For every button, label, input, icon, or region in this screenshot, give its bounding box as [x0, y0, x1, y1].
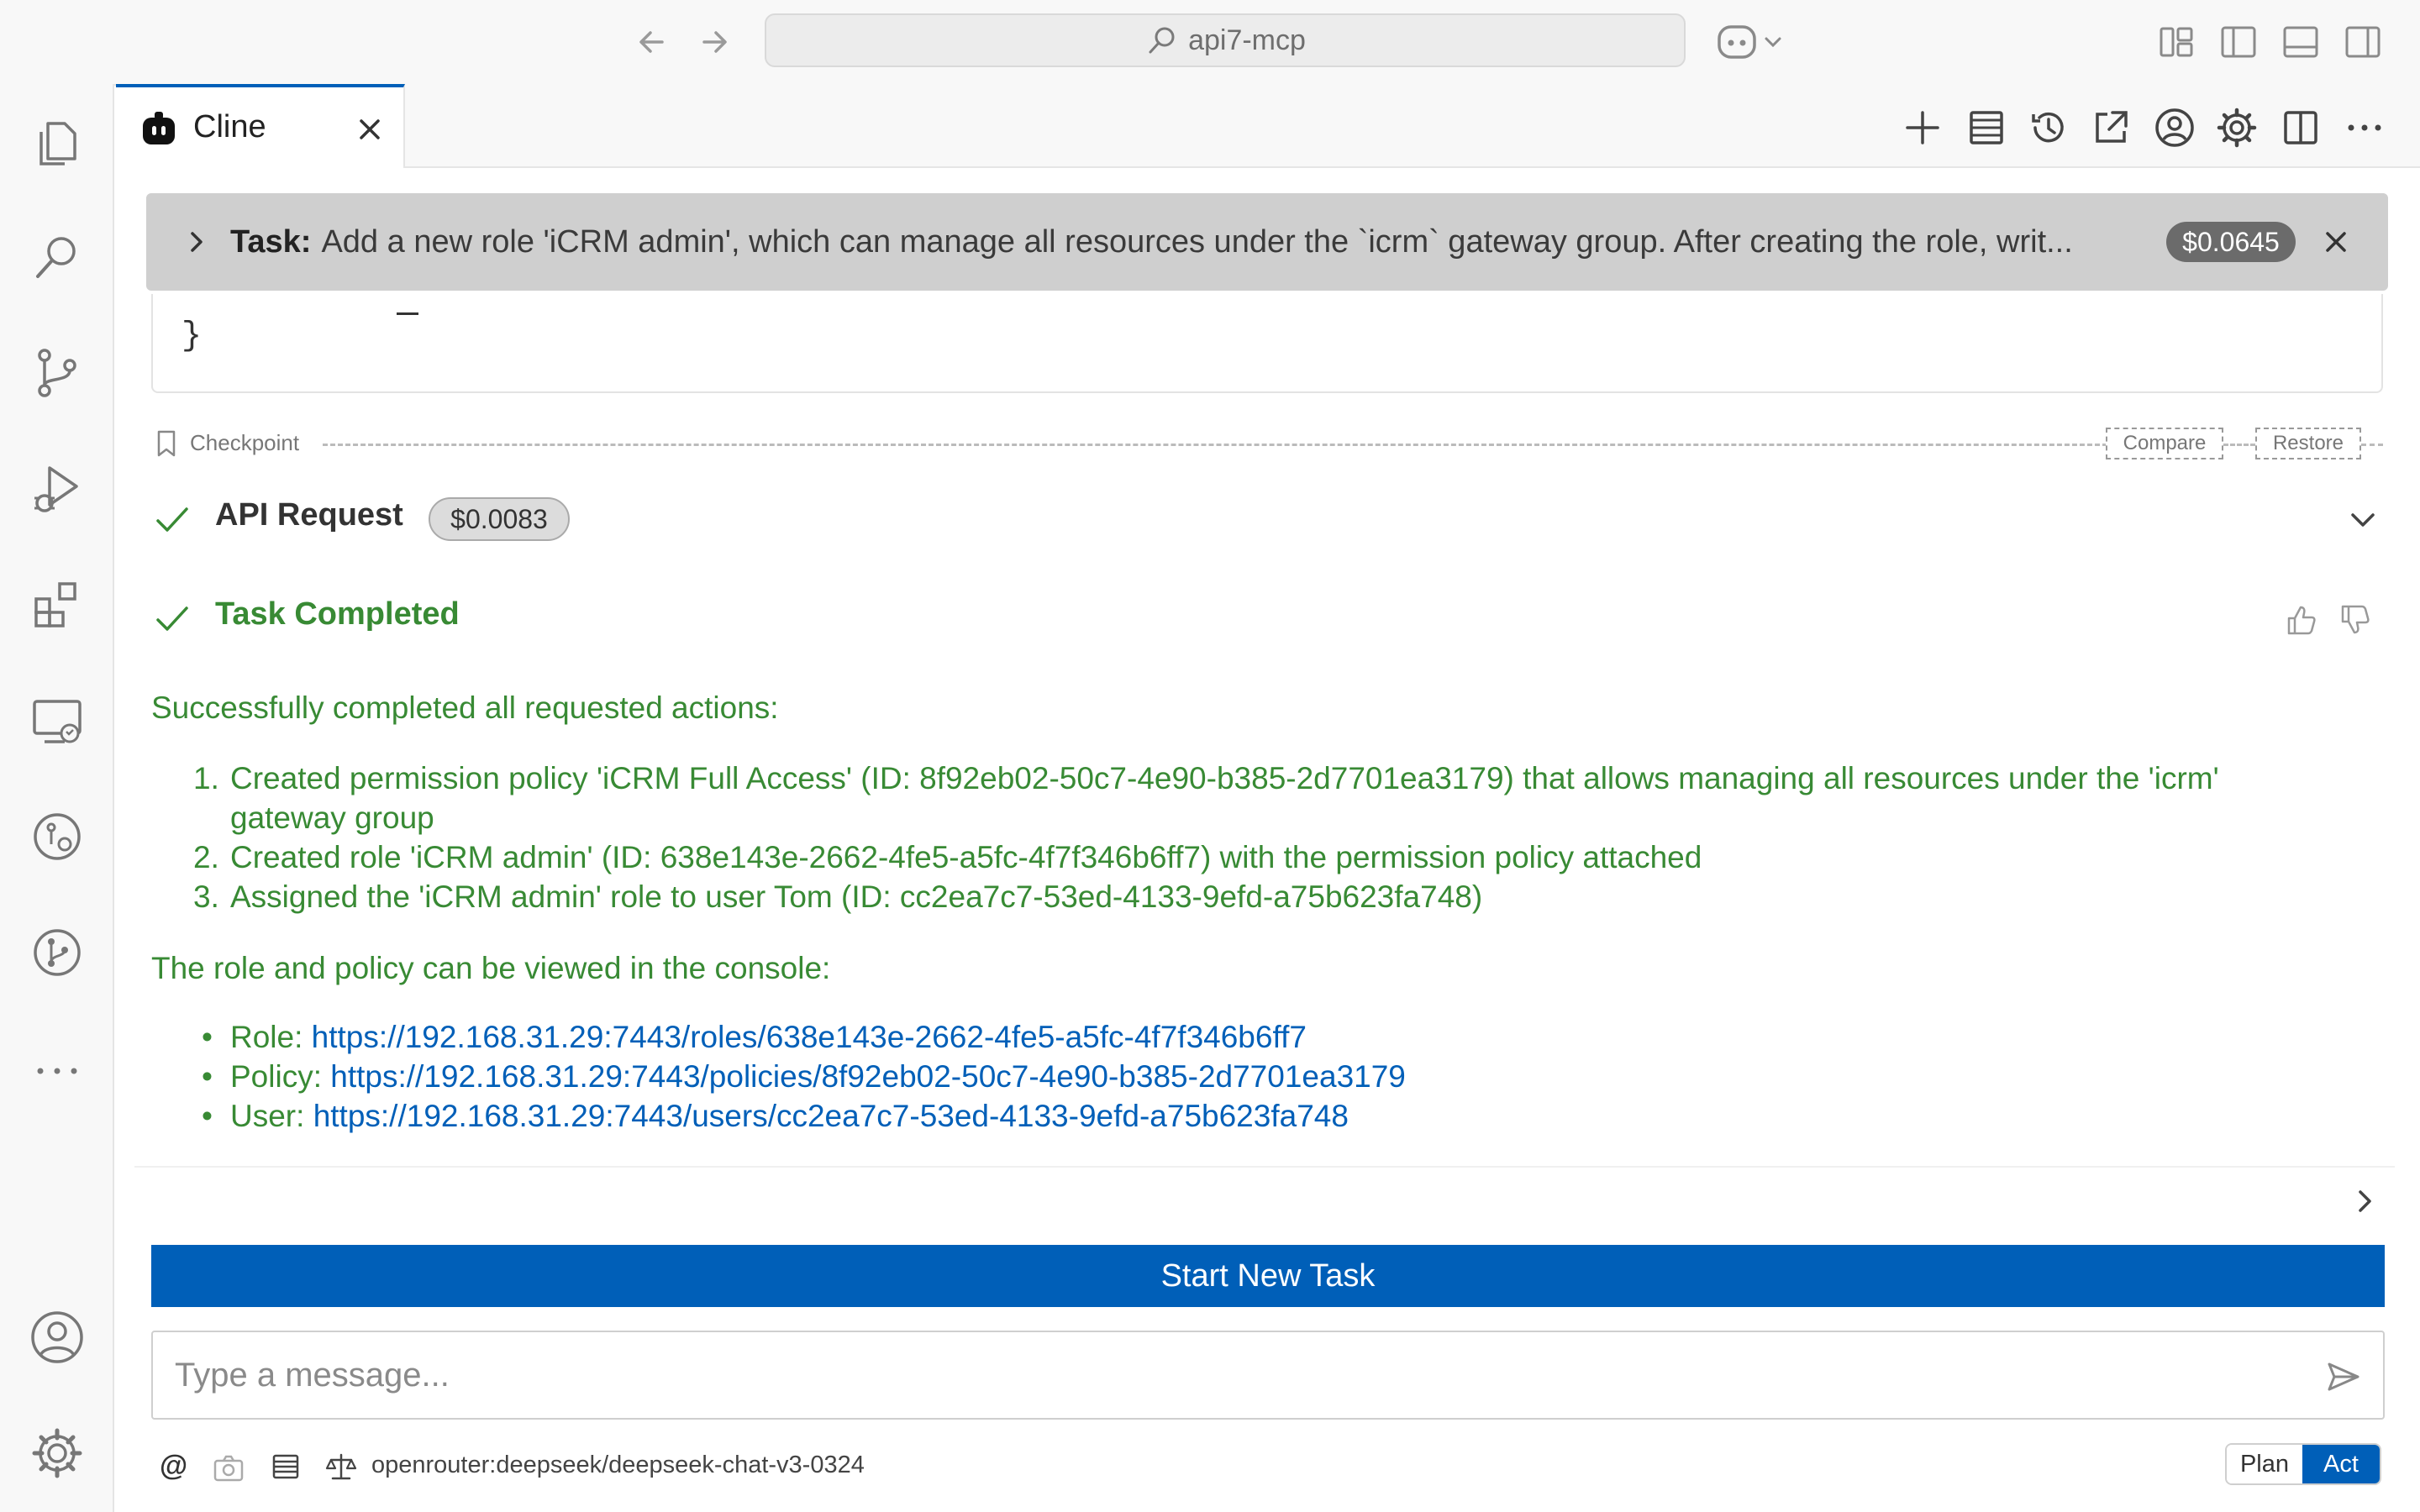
link-label: User: [230, 1099, 305, 1133]
thumbs-up-icon[interactable] [2282, 601, 2319, 638]
message-input[interactable] [151, 1331, 2385, 1420]
toggle-panel-icon[interactable] [2281, 22, 2321, 62]
tab-cline[interactable]: Cline [116, 84, 405, 168]
check-icon [153, 501, 192, 539]
step-text: Assigned the 'iCRM admin' role to user T… [230, 879, 1483, 914]
restore-button[interactable]: Restore [2255, 428, 2361, 459]
checkpoint-divider [323, 444, 2107, 446]
toggle-primary-sidebar-icon[interactable] [2218, 22, 2259, 62]
tab-label: Cline [193, 109, 266, 144]
list-item: Policy: https://192.168.31.29:7443/polic… [230, 1059, 1406, 1095]
toggle-secondary-sidebar-icon[interactable] [2343, 22, 2383, 62]
link-label: Role: [230, 1020, 303, 1054]
task-description: Task: Add a new role 'iCRM admin', which… [230, 193, 2163, 291]
step-text-continued: gateway group [230, 801, 434, 835]
model-scale-icon[interactable] [324, 1450, 358, 1483]
api-request-cost-badge: $0.0083 [429, 497, 570, 541]
customize-layout-icon[interactable] [2156, 22, 2196, 62]
chevron-right-icon[interactable] [180, 225, 213, 259]
activity-bar [0, 84, 114, 1512]
popout-icon[interactable] [2087, 104, 2134, 151]
step-number: 3. [193, 879, 219, 914]
user-link[interactable]: https://192.168.31.29:7443/users/cc2ea7c… [313, 1099, 1349, 1133]
start-new-task-button[interactable]: Start New Task [151, 1245, 2385, 1307]
remote-explorer-icon[interactable] [25, 689, 89, 753]
bullet: • [202, 1059, 213, 1094]
send-icon[interactable] [2323, 1356, 2365, 1398]
step-number: 1. [193, 761, 219, 795]
close-icon[interactable] [351, 111, 388, 148]
bullet: • [202, 1020, 213, 1054]
source-control-icon[interactable] [25, 341, 89, 405]
back-arrow-icon[interactable] [632, 20, 672, 64]
model-selector[interactable]: openrouter:deepseek/deepseek-chat-v3-032… [371, 1452, 865, 1479]
forward-arrow-icon[interactable] [694, 20, 734, 64]
cline-robot-icon [138, 108, 180, 150]
completion-intro: Successfully completed all requested act… [151, 690, 779, 725]
section-divider [134, 1166, 2395, 1168]
split-editor-icon[interactable] [2277, 104, 2324, 151]
plan-act-toggle[interactable]: Plan Act [2225, 1443, 2381, 1485]
list-item: Role: https://192.168.31.29:7443/roles/6… [230, 1020, 1307, 1055]
bookmark-icon [153, 428, 180, 459]
search-icon [1144, 23, 1180, 58]
policy-link[interactable]: https://192.168.31.29:7443/policies/8f92… [330, 1059, 1406, 1094]
checkpoint-divider-end [2361, 444, 2383, 446]
api-request-label[interactable]: API Request [215, 497, 403, 533]
more-dots-icon[interactable] [25, 1038, 89, 1102]
run-debug-icon[interactable] [25, 457, 89, 521]
act-mode-button[interactable]: Act [2302, 1445, 2380, 1483]
title-bar: api7-mcp [0, 0, 2420, 86]
role-link[interactable]: https://192.168.31.29:7443/roles/638e143… [312, 1020, 1307, 1054]
github-actions-icon[interactable] [25, 805, 89, 869]
step-number: 2. [193, 840, 219, 874]
history-icon[interactable] [2025, 104, 2072, 151]
explorer-icon[interactable] [25, 109, 89, 173]
git-graph-icon[interactable] [25, 921, 89, 984]
command-center-search[interactable]: api7-mcp [765, 13, 1686, 67]
editor-tab-strip [116, 84, 2420, 168]
chevron-down-icon[interactable] [2344, 501, 2381, 538]
list-item: User: https://192.168.31.29:7443/users/c… [230, 1099, 1349, 1134]
more-actions-icon[interactable] [2341, 104, 2388, 151]
mention-at-icon[interactable]: @ [160, 1450, 187, 1483]
mcp-server-icon[interactable] [269, 1450, 302, 1483]
checkpoint-label: Checkpoint [190, 430, 300, 455]
manage-gear-icon[interactable] [25, 1421, 89, 1485]
task-header[interactable]: Task: Add a new role 'iCRM admin', which… [146, 193, 2388, 291]
plan-mode-button[interactable]: Plan [2227, 1445, 2302, 1483]
task-prefix: Task: [230, 223, 312, 260]
mcp-servers-icon[interactable] [1963, 104, 2010, 151]
thumbs-down-icon[interactable] [2336, 601, 2373, 638]
settings-gear-icon[interactable] [2213, 104, 2260, 151]
task-cost-badge: $0.0645 [2166, 222, 2296, 262]
code-underscore-fragment [397, 312, 418, 315]
console-intro: The role and policy can be viewed in the… [151, 951, 831, 985]
accounts-icon[interactable] [25, 1305, 89, 1369]
checkpoint-divider-gap [2223, 444, 2255, 446]
task-completed-title: Task Completed [215, 596, 460, 632]
step-text: Created permission policy 'iCRM Full Acc… [230, 761, 2219, 795]
account-icon[interactable] [2151, 104, 2198, 151]
close-task-icon[interactable] [2317, 223, 2354, 260]
copilot-icon[interactable] [1714, 20, 1790, 64]
code-brace: } [182, 318, 203, 355]
check-icon-completed [153, 600, 192, 638]
chevron-right-icon[interactable] [2348, 1184, 2381, 1218]
compare-button[interactable]: Compare [2106, 428, 2223, 459]
camera-icon[interactable] [212, 1452, 245, 1485]
extensions-icon[interactable] [25, 573, 89, 637]
step-text: Created role 'iCRM admin' (ID: 638e143e-… [230, 840, 1702, 874]
code-block: } [151, 294, 2383, 393]
bullet: • [202, 1099, 213, 1133]
search-icon[interactable] [25, 225, 89, 289]
new-task-plus-icon[interactable] [1899, 104, 1946, 151]
link-label: Policy: [230, 1059, 322, 1094]
task-text: Add a new role 'iCRM admin', which can m… [321, 223, 2073, 260]
workspace-name: api7-mcp [1188, 24, 1306, 56]
